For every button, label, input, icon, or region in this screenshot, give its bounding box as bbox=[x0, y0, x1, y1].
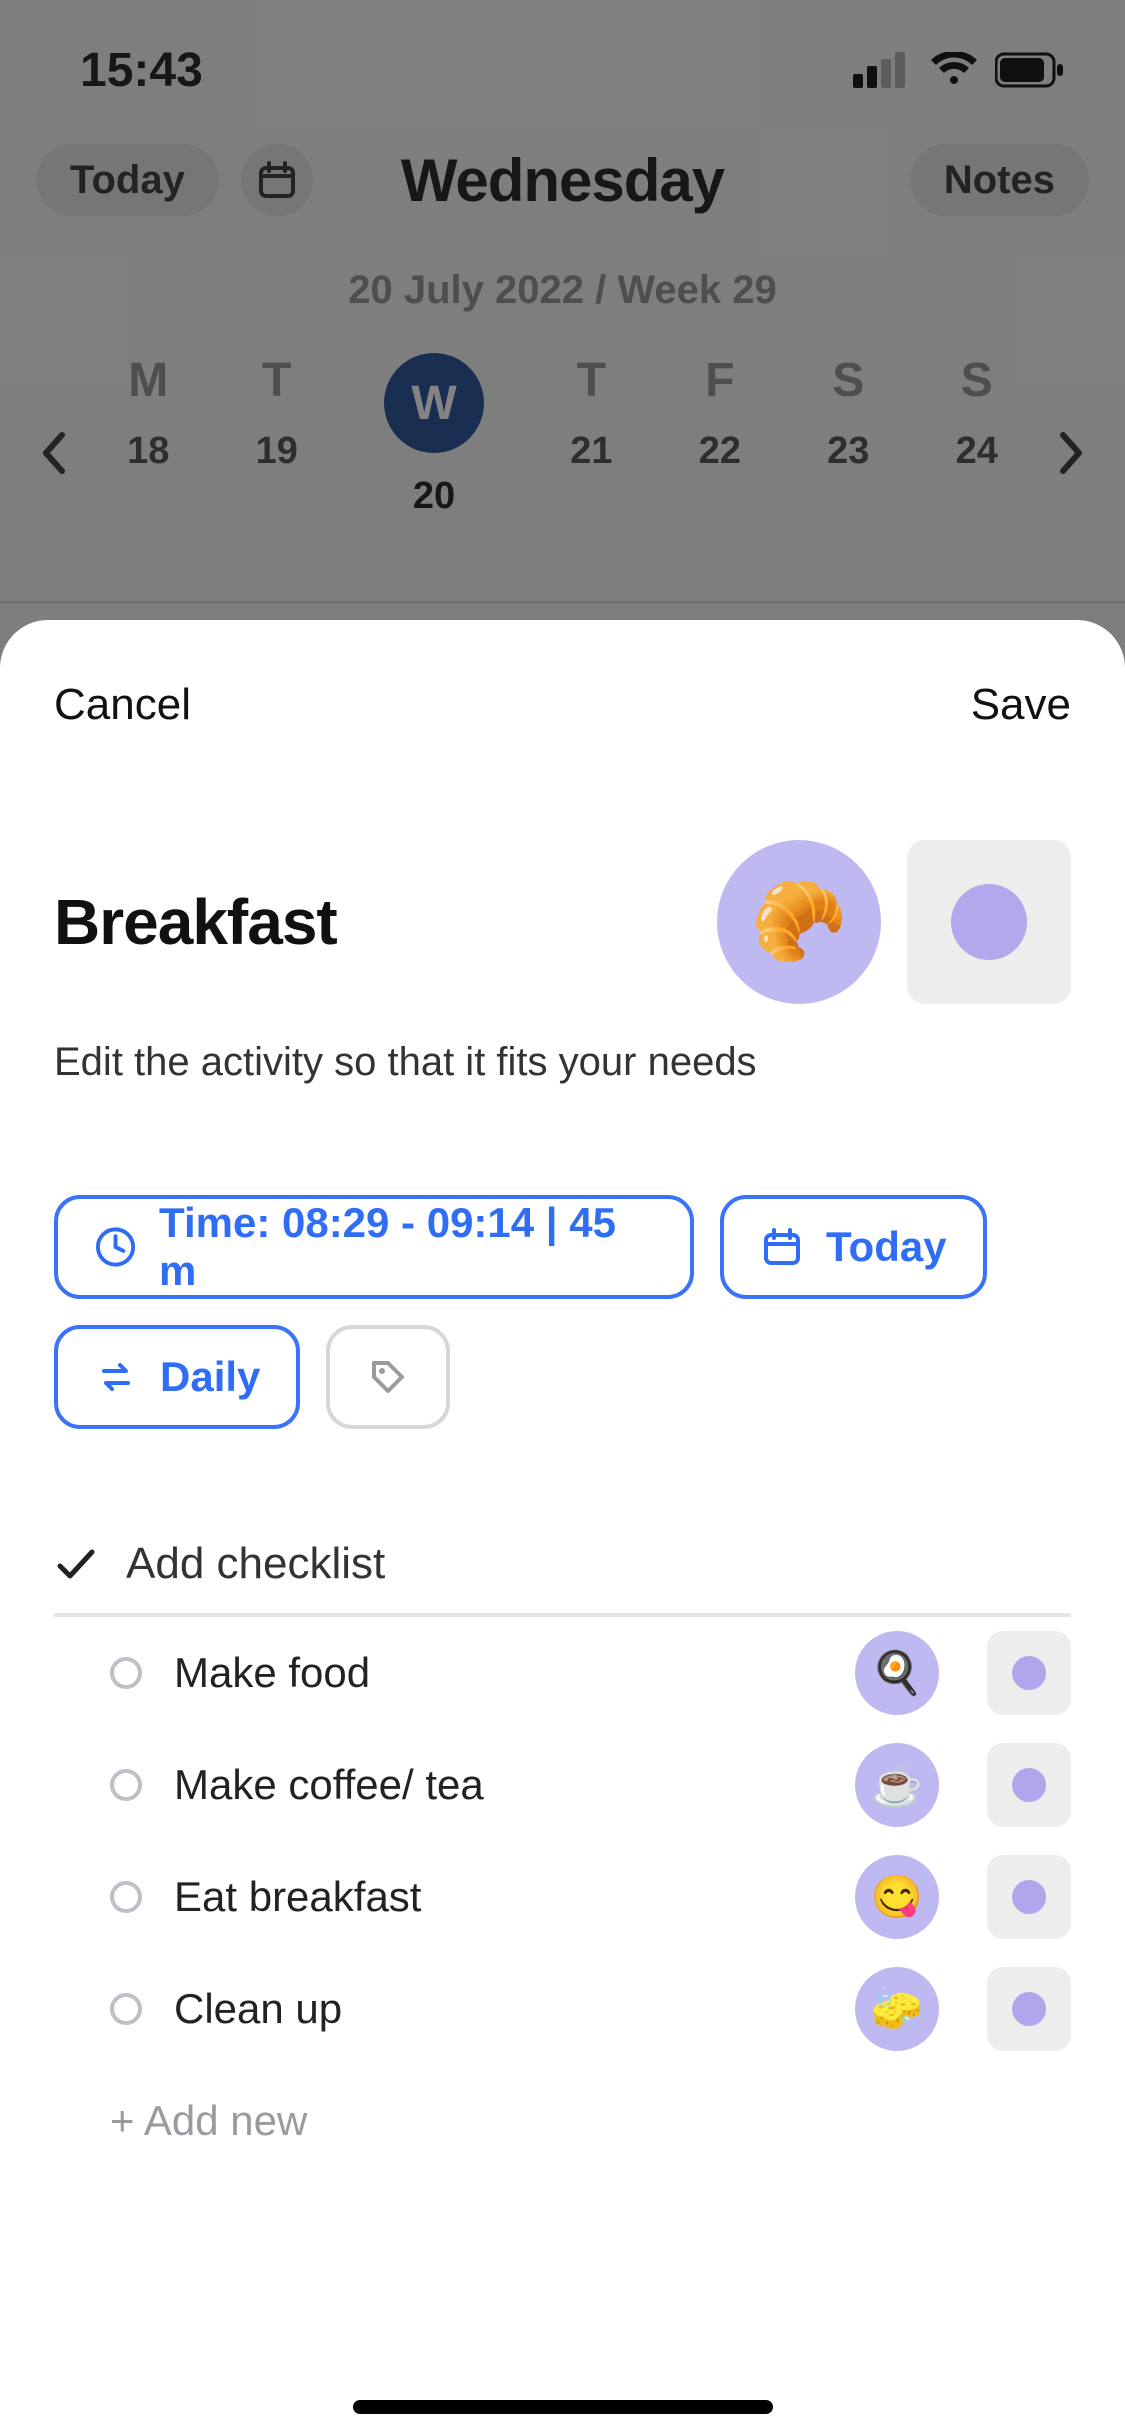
activity-title[interactable]: Breakfast bbox=[54, 885, 691, 959]
home-indicator[interactable] bbox=[353, 2400, 773, 2414]
checklist-emoji-picker[interactable]: 🍳 bbox=[855, 1631, 939, 1715]
checklist-radio[interactable] bbox=[110, 1993, 142, 2025]
checklist-radio[interactable] bbox=[110, 1657, 142, 1689]
add-checklist-header[interactable]: Add checklist bbox=[54, 1539, 1071, 1617]
check-icon bbox=[54, 1542, 98, 1586]
croissant-icon: 🥐 bbox=[750, 876, 847, 968]
date-pill[interactable]: Today bbox=[720, 1195, 987, 1299]
checklist-color-picker[interactable] bbox=[987, 1631, 1071, 1715]
checklist-color-picker[interactable] bbox=[987, 1967, 1071, 2051]
save-button[interactable]: Save bbox=[971, 680, 1071, 730]
checklist-header-label: Add checklist bbox=[126, 1539, 385, 1589]
recurrence-label: Daily bbox=[160, 1353, 260, 1401]
checklist-label: Clean up bbox=[174, 1985, 823, 2033]
checklist-radio[interactable] bbox=[110, 1769, 142, 1801]
checklist-color-picker[interactable] bbox=[987, 1855, 1071, 1939]
checklist-item[interactable]: Eat breakfast 😋 bbox=[54, 1841, 1071, 1953]
add-checklist-item-button[interactable]: + Add new bbox=[54, 2065, 1071, 2177]
cancel-button[interactable]: Cancel bbox=[54, 680, 191, 730]
color-dot-icon bbox=[1012, 1656, 1046, 1690]
checklist-item[interactable]: Make food 🍳 bbox=[54, 1617, 1071, 1729]
checklist-emoji-picker[interactable]: 😋 bbox=[855, 1855, 939, 1939]
edit-activity-sheet: Cancel Save Breakfast 🥐 Edit the activit… bbox=[0, 620, 1125, 2436]
checklist-label: Make coffee/ tea bbox=[174, 1761, 823, 1809]
clock-icon bbox=[94, 1225, 137, 1269]
tag-icon bbox=[366, 1355, 410, 1399]
time-pill[interactable]: Time: 08:29 - 09:14 | 45 m bbox=[54, 1195, 694, 1299]
checklist-color-picker[interactable] bbox=[987, 1743, 1071, 1827]
time-label: Time: 08:29 - 09:14 | 45 m bbox=[159, 1199, 654, 1295]
checklist-item[interactable]: Make coffee/ tea ☕ bbox=[54, 1729, 1071, 1841]
activity-desc: Edit the activity so that it fits your n… bbox=[54, 1040, 1071, 1085]
checklist-label: Eat breakfast bbox=[174, 1873, 823, 1921]
checklist-item[interactable]: Clean up 🧽 bbox=[54, 1953, 1071, 2065]
activity-emoji-picker[interactable]: 🥐 bbox=[717, 840, 881, 1004]
repeat-icon bbox=[94, 1355, 138, 1399]
activity-color-picker[interactable] bbox=[907, 840, 1071, 1004]
color-dot-icon bbox=[951, 884, 1027, 960]
color-dot-icon bbox=[1012, 1768, 1046, 1802]
color-dot-icon bbox=[1012, 1992, 1046, 2026]
checklist-radio[interactable] bbox=[110, 1881, 142, 1913]
color-dot-icon bbox=[1012, 1880, 1046, 1914]
recurrence-pill[interactable]: Daily bbox=[54, 1325, 300, 1429]
checklist-label: Make food bbox=[174, 1649, 823, 1697]
tag-pill[interactable] bbox=[326, 1325, 450, 1429]
checklist-emoji-picker[interactable]: ☕ bbox=[855, 1743, 939, 1827]
calendar-icon bbox=[760, 1225, 804, 1269]
checklist-emoji-picker[interactable]: 🧽 bbox=[855, 1967, 939, 2051]
add-new-label: + Add new bbox=[110, 2097, 307, 2145]
date-label: Today bbox=[826, 1223, 947, 1271]
